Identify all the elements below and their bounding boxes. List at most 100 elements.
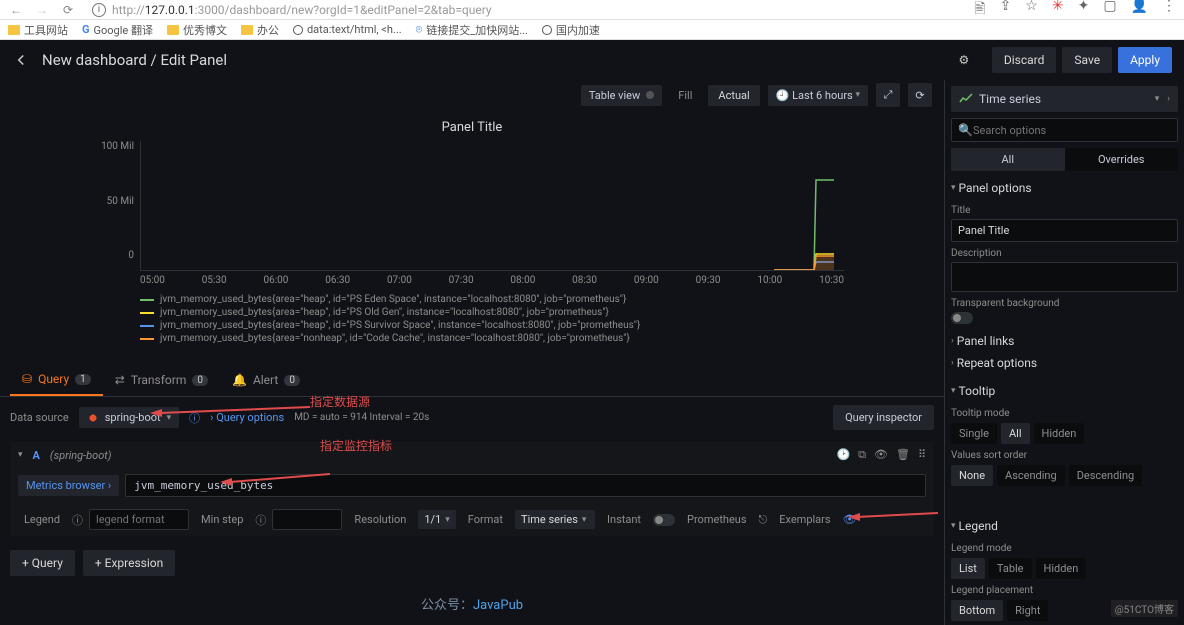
- info-icon[interactable]: ⓘ: [255, 512, 266, 528]
- discard-button[interactable]: Discard: [992, 47, 1057, 73]
- lm-list[interactable]: List: [951, 558, 985, 579]
- query-expr-input[interactable]: [125, 474, 926, 497]
- browser-action-icons: 🖹 ⇪ ☆ ✳ ✦ ▢ 👤 ⋮: [974, 0, 1176, 22]
- apply-button[interactable]: Apply: [1118, 47, 1172, 73]
- section-legend[interactable]: ▾ Legend: [951, 515, 1178, 537]
- resolution-select[interactable]: 1/1▾: [418, 510, 455, 529]
- globe-icon: [293, 25, 303, 35]
- query-options-link[interactable]: › Query options: [210, 411, 284, 424]
- help-icon[interactable]: ⓘ: [189, 410, 200, 426]
- folder-icon: [167, 25, 179, 35]
- tab-all[interactable]: All: [951, 148, 1065, 171]
- grafana-editor: New dashboard / Edit Panel ⚙ Discard Sav…: [0, 40, 1184, 625]
- lm-table[interactable]: Table: [989, 558, 1032, 579]
- legend-item[interactable]: jvm_memory_used_bytes{area="heap", id="P…: [140, 320, 844, 331]
- menu-icon[interactable]: ⋮: [1162, 0, 1176, 22]
- sort-label: Values sort order: [951, 450, 1178, 461]
- viz-picker[interactable]: Time series ▾ ›: [951, 86, 1178, 112]
- lp-right[interactable]: Right: [1007, 600, 1048, 621]
- window-icon[interactable]: ▢: [1103, 0, 1116, 22]
- refresh-icon[interactable]: ⟳: [908, 83, 932, 107]
- info-icon[interactable]: i: [92, 3, 106, 17]
- add-buttons: + Query + Expression: [0, 540, 944, 586]
- ext1-icon[interactable]: ✳: [1052, 0, 1064, 22]
- editor-header: New dashboard / Edit Panel ⚙ Discard Sav…: [0, 40, 1184, 80]
- bookmark-item[interactable]: 国内加速: [542, 22, 600, 38]
- star-icon[interactable]: ☆: [1025, 0, 1038, 22]
- tab-alert[interactable]: 🔔Alert0: [220, 365, 312, 395]
- table-view-toggle[interactable]: Table view: [581, 85, 662, 106]
- collapse-icon[interactable]: ▾: [18, 450, 23, 460]
- translate-icon[interactable]: 🖹: [974, 0, 985, 22]
- lm-hidden[interactable]: Hidden: [1036, 558, 1087, 579]
- bookmark-item[interactable]: GGoogle 翻译: [82, 22, 153, 38]
- save-button[interactable]: Save: [1062, 47, 1112, 73]
- add-query-button[interactable]: + Query: [10, 550, 75, 576]
- tab-query[interactable]: ⛁Query1: [10, 364, 103, 396]
- query-letter: A: [33, 449, 40, 462]
- bookmark-item[interactable]: 办公: [241, 22, 279, 38]
- folder-icon: [241, 25, 253, 35]
- query-ds-hint: (spring-boot): [50, 449, 112, 462]
- tm-single[interactable]: Single: [951, 423, 997, 444]
- url-bar[interactable]: http://127.0.0.1:3000/dashboard/new?orgI…: [112, 3, 974, 17]
- tab-transform[interactable]: ⇄Transform0: [103, 365, 220, 395]
- options-tabs: All Overrides: [951, 148, 1178, 171]
- section-panel-options[interactable]: ▾ Panel options: [951, 177, 1178, 199]
- sort-asc[interactable]: Ascending: [997, 465, 1065, 486]
- title-label: Title: [951, 205, 1178, 216]
- tm-all[interactable]: All: [1001, 423, 1030, 444]
- bookmark-item[interactable]: data:text/html, <h...: [293, 23, 402, 36]
- back-nav-icon[interactable]: ←: [8, 2, 24, 18]
- format-select[interactable]: Time series▾: [515, 510, 595, 529]
- transparent-toggle[interactable]: [951, 312, 973, 324]
- fill-button[interactable]: Fill: [670, 85, 700, 106]
- datasource-select[interactable]: spring-boot▾: [79, 407, 179, 428]
- bookmark-item[interactable]: 优秀博文: [167, 22, 227, 38]
- actual-button[interactable]: Actual: [708, 85, 759, 106]
- tab-overrides[interactable]: Overrides: [1065, 148, 1179, 171]
- search-input[interactable]: [973, 124, 1171, 137]
- add-expression-button[interactable]: + Expression: [83, 550, 175, 576]
- info-icon[interactable]: ⓘ: [72, 512, 83, 528]
- metrics-browser-button[interactable]: Metrics browser ›: [18, 475, 119, 496]
- copy-icon[interactable]: ⧉: [858, 448, 866, 462]
- clock-icon[interactable]: 🕑: [836, 448, 850, 462]
- section-repeat[interactable]: › Repeat options: [951, 352, 1178, 374]
- bookmark-item[interactable]: ⌾链接提交_加快网站...: [416, 22, 528, 38]
- bookmark-item[interactable]: 工具网站: [8, 22, 68, 38]
- legend-item[interactable]: jvm_memory_used_bytes{area="nonheap", id…: [140, 333, 844, 344]
- settings-icon[interactable]: ⚙: [950, 46, 978, 74]
- forward-nav-icon[interactable]: →: [34, 2, 50, 18]
- description-input[interactable]: [951, 262, 1178, 292]
- exemplars-eye-icon[interactable]: 👁: [843, 513, 857, 526]
- zoom-out-icon[interactable]: ⤢: [876, 83, 900, 107]
- eye-icon[interactable]: 👁: [874, 448, 888, 462]
- external-link-icon[interactable]: ⎋: [759, 513, 768, 527]
- instant-toggle[interactable]: [653, 514, 675, 526]
- legend-input[interactable]: [89, 509, 189, 530]
- plot-area[interactable]: [140, 141, 844, 271]
- section-panel-links[interactable]: › Panel links: [951, 330, 1178, 352]
- tm-hidden[interactable]: Hidden: [1034, 423, 1085, 444]
- page-title: New dashboard / Edit Panel: [42, 51, 227, 69]
- minstep-input[interactable]: [272, 509, 342, 530]
- chart-legend: jvm_memory_used_bytes{area="heap", id="P…: [140, 294, 844, 344]
- search-options[interactable]: 🔍: [951, 118, 1178, 142]
- sort-desc[interactable]: Descending: [1069, 465, 1143, 486]
- back-arrow-icon[interactable]: [12, 51, 30, 69]
- title-input[interactable]: [951, 219, 1178, 242]
- legend-item[interactable]: jvm_memory_used_bytes{area="heap", id="P…: [140, 294, 844, 305]
- sort-none[interactable]: None: [951, 465, 993, 486]
- extensions-icon[interactable]: ✦: [1078, 0, 1090, 22]
- section-tooltip[interactable]: ▾ Tooltip: [951, 380, 1178, 402]
- share-icon[interactable]: ⇪: [1000, 0, 1012, 22]
- trash-icon[interactable]: 🗑: [896, 448, 910, 462]
- reload-icon[interactable]: ⟳: [60, 2, 76, 18]
- query-inspector-button[interactable]: Query inspector: [833, 405, 934, 430]
- lp-bottom[interactable]: Bottom: [951, 600, 1003, 621]
- legend-item[interactable]: jvm_memory_used_bytes{area="heap", id="P…: [140, 307, 844, 318]
- time-range-picker[interactable]: 🕘 Last 6 hours ▾: [768, 85, 868, 106]
- drag-icon[interactable]: ⠿: [918, 448, 926, 462]
- profile-icon[interactable]: 👤: [1131, 0, 1148, 22]
